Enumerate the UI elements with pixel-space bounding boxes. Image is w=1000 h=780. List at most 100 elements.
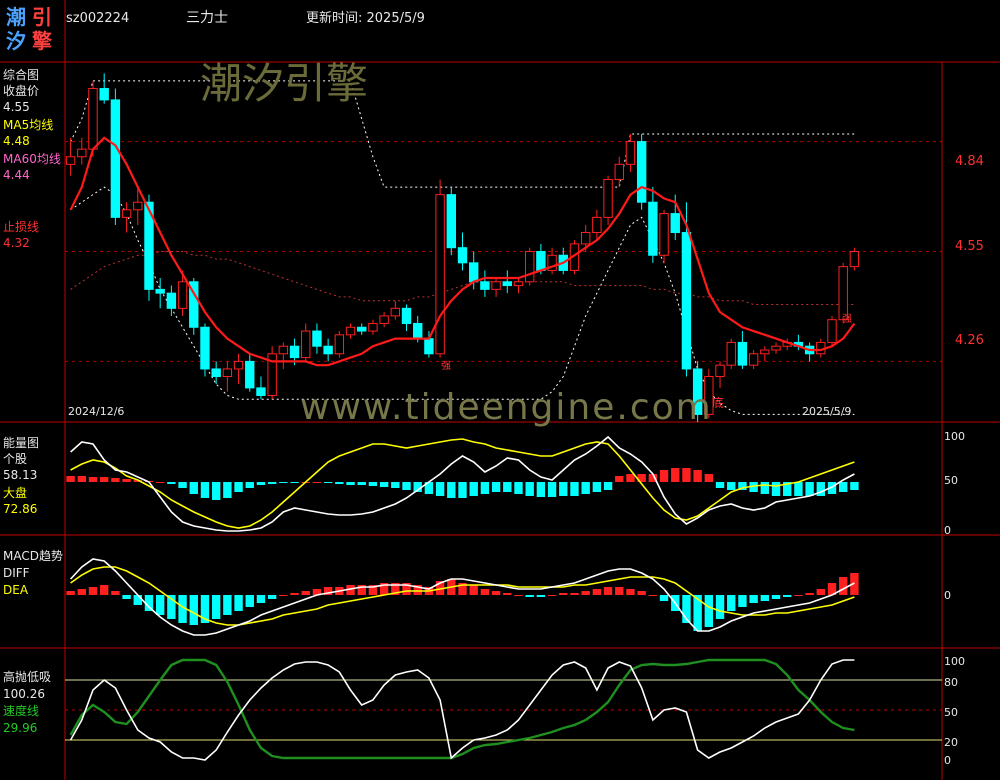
macd-bar xyxy=(99,585,109,595)
energy-bar xyxy=(760,482,770,494)
macd-bar xyxy=(133,595,142,605)
candle-body xyxy=(77,148,87,158)
macd-bar xyxy=(469,585,478,595)
energy-bar xyxy=(391,482,400,488)
energy-bar xyxy=(178,482,187,488)
macd-bar xyxy=(659,595,669,601)
energy-bar xyxy=(559,482,568,496)
macd-bar xyxy=(771,595,781,599)
candle-body xyxy=(99,88,109,101)
energy-bar xyxy=(155,482,165,483)
mark-di: 底 xyxy=(712,396,725,410)
macd-bar xyxy=(581,591,590,595)
energy-bar xyxy=(335,482,344,484)
macd-bar xyxy=(290,593,299,595)
candle-body xyxy=(65,156,76,165)
macd-bar xyxy=(603,587,613,595)
energy-bar xyxy=(839,482,848,492)
date-end: 2025/5/9 xyxy=(802,405,852,418)
candle-body xyxy=(177,281,188,309)
macd-bar xyxy=(648,595,658,596)
macd-bar xyxy=(615,587,624,595)
candle-body xyxy=(357,326,367,332)
macd-bar xyxy=(749,595,758,603)
energy-bar xyxy=(615,476,624,482)
candle-body xyxy=(88,88,98,150)
candle-body xyxy=(524,250,535,283)
main-panel-title: 综合图 xyxy=(3,68,40,82)
close-label: 收盘价 xyxy=(3,84,40,98)
energy-bar xyxy=(794,482,803,496)
energy-bar xyxy=(536,482,546,497)
macd-bar xyxy=(727,595,736,611)
macd-bar xyxy=(547,595,557,596)
stop-loss-value: 4.32 xyxy=(3,236,30,250)
macd-bar xyxy=(234,595,243,611)
energy-bar xyxy=(435,482,445,496)
macd-bar xyxy=(88,587,98,595)
energy-bar xyxy=(805,482,814,496)
logo-char-3: 汐 xyxy=(6,29,26,53)
candle-body xyxy=(155,288,165,294)
ytick-energy-50: 50 xyxy=(944,474,958,487)
macd-bar xyxy=(570,593,579,595)
energy-bar xyxy=(570,482,579,496)
logo-char-1: 潮 xyxy=(6,5,26,29)
energy-bar xyxy=(77,476,86,482)
candle-body xyxy=(513,281,524,287)
macd-bar xyxy=(256,595,266,603)
candle-body xyxy=(592,216,602,234)
energy-bar xyxy=(223,482,232,498)
energy-bar xyxy=(379,482,389,487)
candle-body xyxy=(345,326,356,336)
candle-body xyxy=(636,141,647,203)
macd-bar xyxy=(738,595,747,607)
macd-diff-line xyxy=(70,558,855,636)
candle-body xyxy=(121,209,132,218)
candle-body xyxy=(390,307,401,317)
candle-body xyxy=(289,345,300,359)
energy-bar xyxy=(704,474,714,482)
macd-bar xyxy=(111,591,120,595)
candle-body xyxy=(737,341,748,366)
macd-bar xyxy=(211,595,221,619)
energy-bar xyxy=(122,479,131,482)
stock-code: sz002224 xyxy=(66,11,130,26)
macd-bar xyxy=(155,595,165,615)
candle-body xyxy=(536,250,546,271)
candle-body xyxy=(166,292,177,309)
energy-bar xyxy=(368,482,378,486)
ytick-osc-0: 0 xyxy=(944,754,951,767)
energy-bar xyxy=(514,482,523,494)
ytick-macd-0: 0 xyxy=(944,589,951,602)
energy-bar xyxy=(346,482,355,485)
macd-bar xyxy=(122,595,131,599)
energy-bar xyxy=(525,482,534,496)
candle-body xyxy=(379,315,389,324)
ytick-main-3: 4.26 xyxy=(955,333,984,348)
osc-speed-line xyxy=(69,658,855,760)
candle-body xyxy=(468,262,479,283)
candle-body xyxy=(368,322,378,332)
candle-body xyxy=(659,213,669,256)
candle-body xyxy=(726,341,736,366)
candle-body xyxy=(614,163,624,180)
energy-stock-value: 58.13 xyxy=(3,468,38,482)
macd-diff-label: DIFF xyxy=(3,566,30,580)
candle-body xyxy=(603,178,613,218)
macd-bar xyxy=(839,577,848,595)
macd-bar xyxy=(805,593,814,595)
ytick-energy-100: 100 xyxy=(944,430,965,443)
energy-bar xyxy=(715,482,725,488)
macd-bar xyxy=(794,595,803,596)
macd-bar xyxy=(704,595,714,627)
energy-bar xyxy=(312,482,322,483)
macd-bar xyxy=(267,595,277,599)
energy-bar xyxy=(693,470,702,482)
candle-body xyxy=(233,360,244,370)
candle-body xyxy=(133,201,143,211)
date-start: 2024/12/6 xyxy=(68,405,125,418)
ma5-label: MA5均线 xyxy=(3,118,54,132)
watermark-cn: 潮汐引擎 xyxy=(200,59,369,108)
macd-dea-line xyxy=(70,566,855,626)
